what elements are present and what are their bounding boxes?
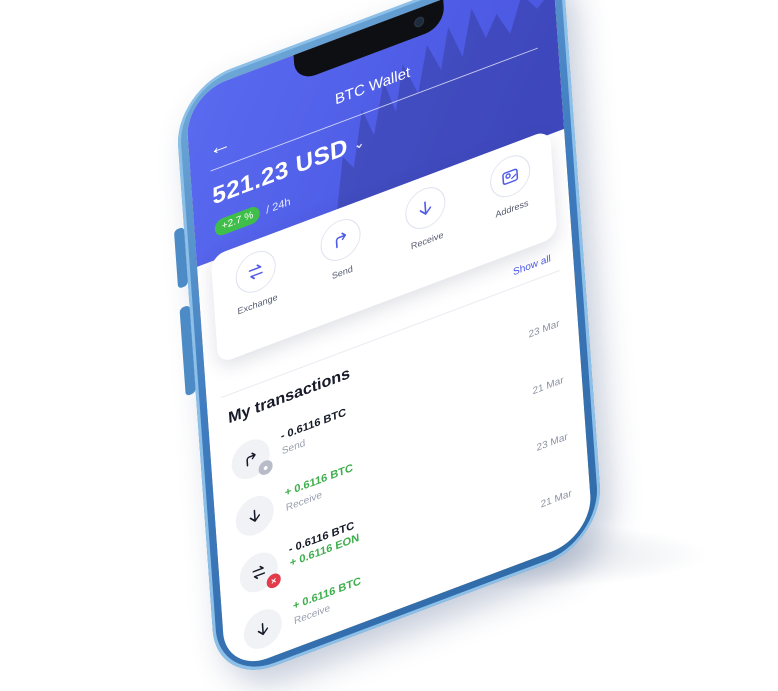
- chevron-down-icon[interactable]: ⌄: [354, 135, 366, 153]
- action-label: Send: [331, 263, 354, 282]
- transaction-amount: - 0.6116 BTC: [280, 406, 347, 443]
- phone-frame: ← BTC Wallet 521.23 USD ⌄ +2.7 % / 24h Ex…: [174, 0, 604, 688]
- transaction-date: 23 Mar: [528, 318, 560, 341]
- send-icon[interactable]: [318, 213, 362, 268]
- phone-wrap: ← BTC Wallet 521.23 USD ⌄ +2.7 % / 24h Ex…: [0, 0, 778, 688]
- action-label: Exchange: [237, 291, 278, 317]
- send-icon: [230, 433, 271, 485]
- action-label: Address: [495, 197, 529, 220]
- receive-icon: [242, 603, 284, 655]
- action-send[interactable]: Send: [309, 209, 373, 288]
- exchange-icon: [238, 546, 280, 599]
- action-receive[interactable]: Receive: [394, 178, 458, 257]
- receive-icon: [234, 490, 276, 542]
- address-map-icon[interactable]: [488, 149, 531, 204]
- phone-screen: ← BTC Wallet 521.23 USD ⌄ +2.7 % / 24h Ex…: [184, 0, 594, 674]
- camera-icon: [413, 15, 425, 29]
- action-exchange[interactable]: Exchange: [224, 241, 288, 320]
- receive-icon[interactable]: [403, 181, 447, 236]
- action-label: Receive: [410, 229, 444, 252]
- exchange-icon[interactable]: [233, 244, 277, 300]
- action-address[interactable]: Address: [478, 146, 542, 225]
